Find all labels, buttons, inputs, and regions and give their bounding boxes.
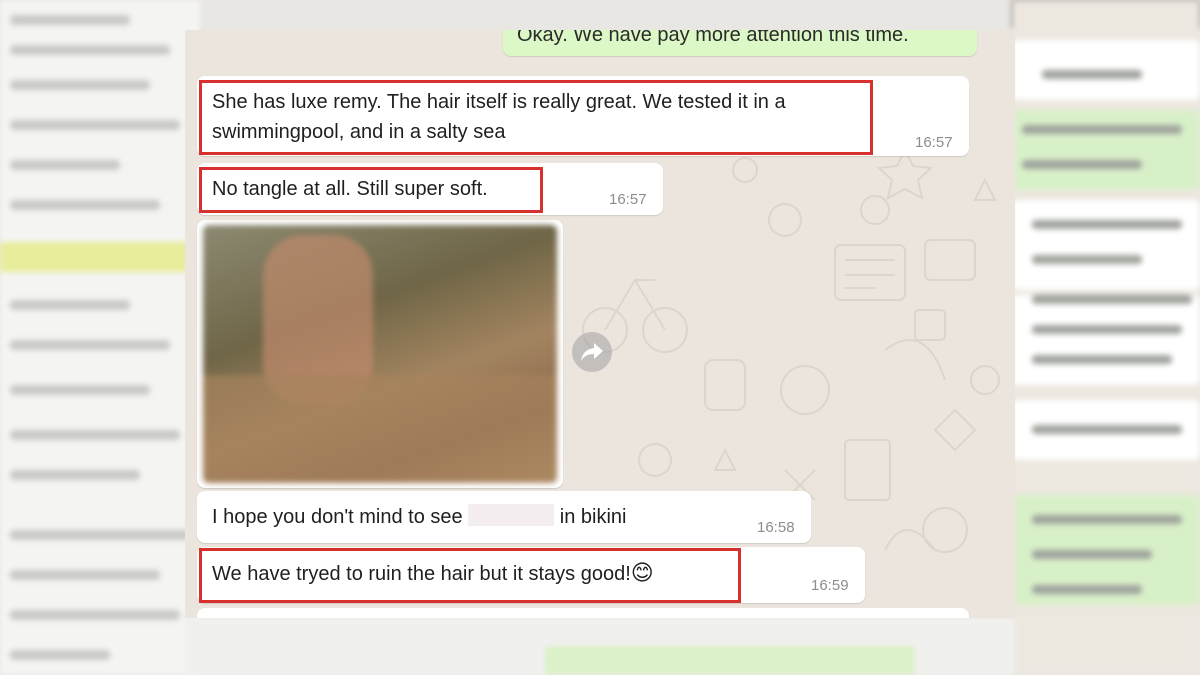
message-text-part-2: in bikini [559,506,627,528]
message-bubble-outgoing[interactable]: Okay. We have pay more attention this ti… [503,30,977,56]
image-message-bubble[interactable] [197,220,563,488]
chat-panel[interactable]: Okay. We have pay more attention this ti… [185,30,1015,618]
message-text: Okay. We have pay more attention this ti… [517,30,909,46]
message-timestamp: 16:58 [757,519,795,536]
blurred-right-panel [1012,0,1200,675]
message-text-part-1: I hope you don't mind to see [212,506,463,528]
message-text: I hope you don't mind to see in bikini [212,502,626,532]
blurred-photo[interactable] [203,225,557,483]
message-bubble[interactable]: I hope you don't mind to see in bikini 1… [197,491,811,543]
highlight-box [199,548,741,603]
forward-arrow-icon [581,343,603,361]
redacted-name [468,504,555,526]
message-bubble-cropped[interactable] [197,608,969,618]
forward-button[interactable] [572,332,612,372]
blurred-left-panel [0,0,200,675]
highlight-box [199,80,873,155]
blurred-bottom-bar [185,618,1015,675]
message-timestamp: 16:59 [811,577,849,594]
highlight-box [199,167,543,213]
message-timestamp: 16:57 [609,191,647,208]
message-timestamp: 16:57 [915,134,953,151]
